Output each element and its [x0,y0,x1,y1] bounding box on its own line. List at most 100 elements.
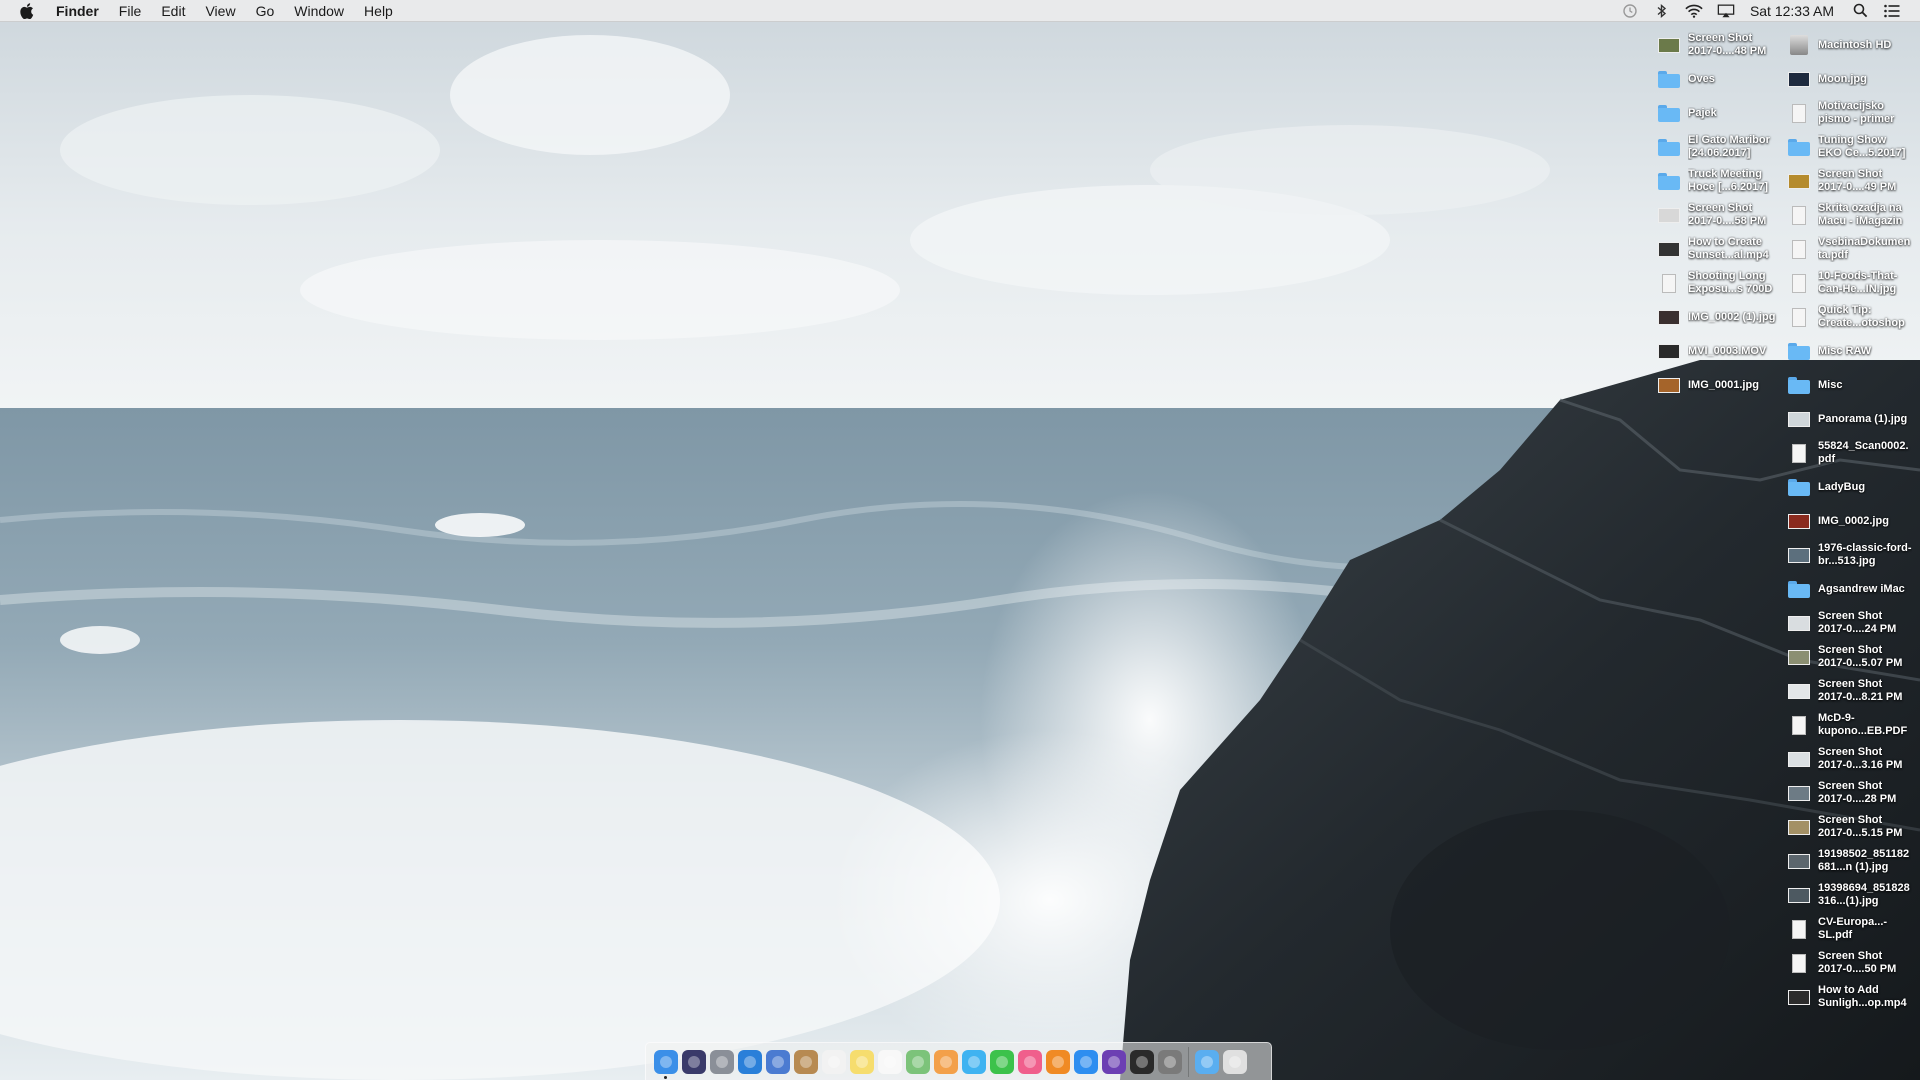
dock-siri-icon[interactable] [682,1049,706,1074]
wifi-icon[interactable] [1685,2,1703,20]
document-icon [1788,306,1810,328]
dock-trash-icon[interactable] [1223,1049,1247,1074]
dock-itunes-icon[interactable] [1018,1049,1042,1074]
thumbnail-shape [1788,173,1810,189]
dock-launchpad-icon[interactable] [710,1049,734,1074]
desktop-item-1976-classic-ford-br-513-jpg[interactable]: 1976-classic-ford-br...513.jpg [1782,538,1912,572]
desktop-item-screen-shot-2017-0-50-pm[interactable]: Screen Shot 2017-0....50 PM [1782,946,1912,980]
app-store-icon [1080,1055,1092,1068]
desktop-item-screen-shot-2017-0-5-15-pm[interactable]: Screen Shot 2017-0...5.15 PM [1782,810,1912,844]
desktop-item-shooting-long-exposu-s-700d[interactable]: Shooting Long Exposu...s 700D [1652,266,1782,300]
dock-dvd-player-icon[interactable] [1130,1049,1154,1074]
desktop-item-19198502-851182681-n-1-jpg[interactable]: 19198502_851182681...n (1).jpg [1782,844,1912,878]
desktop-item-label: McD-9-kupono...EB.PDF [1818,712,1908,737]
image-thumbnail-icon [1658,204,1680,226]
desktop-item-label: 1976-classic-ford-br...513.jpg [1818,542,1912,567]
menu-go[interactable]: Go [246,0,285,22]
image-thumbnail-icon [1788,884,1810,906]
dock-maps-icon[interactable] [906,1049,930,1074]
dock-ibooks-icon[interactable] [1046,1049,1070,1074]
reminders-icon [884,1055,896,1068]
thumbnail-shape [1788,71,1810,87]
thumbnail-shape [1788,376,1810,394]
notification-center-icon[interactable] [1883,2,1901,20]
desktop-item-vsebinadokumenta-pdf[interactable]: VsebinaDokumenta.pdf [1782,232,1912,266]
bluetooth-icon[interactable] [1653,2,1671,20]
spotlight-search-icon[interactable] [1851,2,1869,20]
desktop-item-screen-shot-2017-0-3-16-pm[interactable]: Screen Shot 2017-0...3.16 PM [1782,742,1912,776]
desktop-item-screen-shot-2017-0-28-pm[interactable]: Screen Shot 2017-0....28 PM [1782,776,1912,810]
desktop-item-cv-europa-sl-pdf[interactable]: CV-Europa...-SL.pdf [1782,912,1912,946]
dock-safari-icon[interactable] [738,1049,762,1074]
menubar-clock[interactable]: Sat 12:33 AM [1750,3,1834,19]
desktop-item-motivacijsko-pismo-primer[interactable]: Motivacijsko pismo - primer [1782,96,1912,130]
image-thumbnail-icon [1658,340,1680,362]
menu-bar: Finder File Edit View Go Window Help Sat… [0,0,1920,22]
desktop-item-truck-meeting-hoce-6-2017[interactable]: Truck Meeting Hoce [...6.2017] [1652,164,1782,198]
desktop-item-mvi-0003-mov[interactable]: MVI_0003.MOV [1652,334,1782,368]
menu-file[interactable]: File [109,0,152,22]
desktop-item-how-to-add-sunligh-op-mp4[interactable]: How to Add Sunligh...op.mp4 [1782,980,1912,1014]
desktop-item-screen-shot-2017-0-24-pm[interactable]: Screen Shot 2017-0....24 PM [1782,606,1912,640]
desktop-item-label: Screen Shot 2017-0...5.07 PM [1818,644,1903,669]
desktop-item-skrita-ozadja-na-macu-imagazin[interactable]: Skrita ozadja na Macu - iMagazin [1782,198,1912,232]
desktop-item-img-0002-1-jpg[interactable]: IMG_0002 (1).jpg [1652,300,1782,334]
menu-edit[interactable]: Edit [151,0,195,22]
dock-photos-icon[interactable] [934,1049,958,1074]
dock-calendar-icon[interactable] [822,1049,846,1074]
itunes-icon [1024,1055,1036,1068]
dock-contacts-icon[interactable] [794,1049,818,1074]
desktop-item-panorama-1-jpg[interactable]: Panorama (1).jpg [1782,402,1912,436]
desktop-item-mcd-9-kupono-eb-pdf[interactable]: McD-9-kupono...EB.PDF [1782,708,1912,742]
desktop-item-pajek[interactable]: Pajek [1652,96,1782,130]
apple-menu-icon[interactable] [18,2,36,20]
desktop-item-how-to-create-sunset-al-mp4[interactable]: How to Create Sunset...al.mp4 [1652,232,1782,266]
dock-separator [1188,1046,1189,1077]
dock-downloads-folder-icon[interactable] [1195,1049,1219,1074]
desktop-item-img-0001-jpg[interactable]: IMG_0001.jpg [1652,368,1782,402]
desktop-item-screen-shot-2017-0-49-pm[interactable]: Screen Shot 2017-0....49 PM [1782,164,1912,198]
thumbnail-shape [1788,513,1810,529]
time-machine-icon[interactable] [1621,2,1639,20]
menu-help[interactable]: Help [354,0,403,22]
dock-messages-icon[interactable] [962,1049,986,1074]
desktop-item-misc-raw[interactable]: Misc RAW [1782,334,1912,368]
airplay-icon[interactable] [1717,2,1735,20]
dock-reminders-icon[interactable] [878,1049,902,1074]
desktop-item-ladybug[interactable]: LadyBug [1782,470,1912,504]
desktop-item-label: Screen Shot 2017-0....28 PM [1818,780,1897,805]
desktop-item-screen-shot-2017-0-8-21-pm[interactable]: Screen Shot 2017-0...8.21 PM [1782,674,1912,708]
desktop-item-agsandrew-imac[interactable]: Agsandrew iMac [1782,572,1912,606]
desktop-item-macintosh-hd[interactable]: Macintosh HD [1782,28,1912,62]
document-icon [1788,714,1810,736]
desktop-item-el-gato-maribor-24-06-2017[interactable]: El Gato Maribor [24.06.2017] [1652,130,1782,164]
dock-facetime-icon[interactable] [990,1049,1014,1074]
desktop-item-label: 10-Foods-That-Can-He...IN.jpg [1818,270,1898,295]
desktop-item-screen-shot-2017-0-58-pm[interactable]: Screen Shot 2017-0....58 PM [1652,198,1782,232]
desktop-item-screen-shot-2017-0-48-pm[interactable]: Screen Shot 2017-0....48 PM [1652,28,1782,62]
desktop-item-label: Tuning Show EKO Ce...5.2017] [1818,134,1906,159]
dock-notes-icon[interactable] [850,1049,874,1074]
siri-icon [688,1055,700,1068]
desktop-item-tuning-show-eko-ce-5-2017[interactable]: Tuning Show EKO Ce...5.2017] [1782,130,1912,164]
desktop-item-quick-tip-create-otoshop[interactable]: Quick Tip: Create...otoshop [1782,300,1912,334]
desktop-item-oves[interactable]: Oves [1652,62,1782,96]
desktop-item-misc[interactable]: Misc [1782,368,1912,402]
dock-mail-icon[interactable] [766,1049,790,1074]
dock-finder-icon[interactable] [654,1049,678,1079]
menu-app-finder[interactable]: Finder [54,0,109,22]
menu-window[interactable]: Window [284,0,354,22]
desktop-item-10-foods-that-can-he-in-jpg[interactable]: 10-Foods-That-Can-He...IN.jpg [1782,266,1912,300]
desktop-item-label: Screen Shot 2017-0....58 PM [1688,202,1767,227]
dock-system-preferences-icon[interactable] [1158,1049,1182,1074]
image-thumbnail-icon [1658,238,1680,260]
dock-app-store-icon[interactable] [1074,1049,1098,1074]
desktop-item-img-0002-jpg[interactable]: IMG_0002.jpg [1782,504,1912,538]
thumbnail-shape [1788,342,1810,360]
desktop-item-55824-scan0002-pdf[interactable]: 55824_Scan0002.pdf [1782,436,1912,470]
menu-view[interactable]: View [195,0,245,22]
desktop-item-19398694-851828316-1-jpg[interactable]: 19398694_851828316...(1).jpg [1782,878,1912,912]
desktop-item-screen-shot-2017-0-5-07-pm[interactable]: Screen Shot 2017-0...5.07 PM [1782,640,1912,674]
dock-affinity-icon[interactable] [1102,1049,1126,1074]
desktop-item-moon-jpg[interactable]: Moon.jpg [1782,62,1912,96]
